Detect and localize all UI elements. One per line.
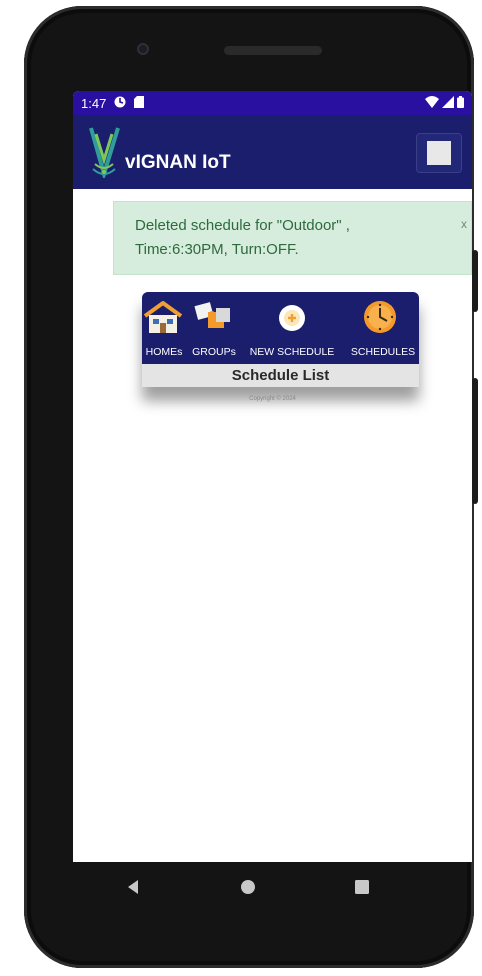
alert-text: Deleted schedule for "Outdoor" , Time:6:… [135, 217, 350, 258]
status-right-icons [425, 95, 464, 111]
wifi-icon [425, 95, 439, 111]
battery-icon [457, 95, 464, 111]
android-nav-bar [24, 862, 474, 912]
schedule-list-header: Schedule List [142, 364, 419, 387]
nav-menu: HOMEs GROUPs NEW SCHEDULE SCHEDULES [142, 292, 419, 364]
alert-close-button[interactable]: x [461, 212, 467, 236]
add-circle-icon [279, 305, 305, 331]
volume-button [472, 378, 478, 504]
hamburger-menu-icon [427, 141, 451, 165]
copyright-text: Copyright © 2024 [249, 396, 296, 402]
app-bar: vIGNAN IoT [73, 115, 472, 189]
nav-item-new-schedule[interactable]: NEW SCHEDULE [245, 292, 339, 364]
nav-label-new-schedule: NEW SCHEDULE [249, 346, 335, 358]
front-camera [137, 43, 149, 55]
nav-label-homes: HOMEs [145, 346, 183, 358]
recent-apps-icon[interactable] [353, 878, 371, 896]
screen: 1:47 vIGNAN IoT Deleted schedule for "Ou… [73, 91, 472, 862]
vignan-antenna-logo[interactable] [87, 126, 123, 178]
power-button [472, 250, 478, 312]
status-bar: 1:47 [73, 91, 472, 115]
nav-label-groups: GROUPs [192, 346, 236, 358]
nav-item-homes[interactable]: HOMEs [142, 292, 186, 364]
status-time: 1:47 [81, 95, 107, 111]
puzzle-pieces-icon [194, 302, 230, 328]
nav-label-schedules: SCHEDULES [350, 346, 416, 358]
sd-card-icon [134, 95, 145, 111]
earpiece-speaker [224, 46, 322, 55]
app-title: vIGNAN IoT [125, 152, 231, 173]
nav-card: HOMEs GROUPs NEW SCHEDULE SCHEDULES Sche… [142, 292, 419, 387]
home-icon[interactable] [239, 878, 257, 896]
nav-item-schedules[interactable]: SCHEDULES [347, 292, 419, 364]
alert-message: Deleted schedule for "Outdoor" , Time:6:… [113, 201, 472, 275]
sync-icon [114, 96, 126, 111]
phone-frame: 1:47 vIGNAN IoT Deleted schedule for "Ou… [24, 6, 474, 968]
back-icon[interactable] [124, 878, 142, 896]
signal-icon [442, 95, 454, 111]
clock-icon [364, 301, 396, 333]
nav-item-groups[interactable]: GROUPs [188, 292, 240, 364]
house-icon [143, 301, 183, 333]
hamburger-menu-button[interactable] [416, 133, 462, 173]
